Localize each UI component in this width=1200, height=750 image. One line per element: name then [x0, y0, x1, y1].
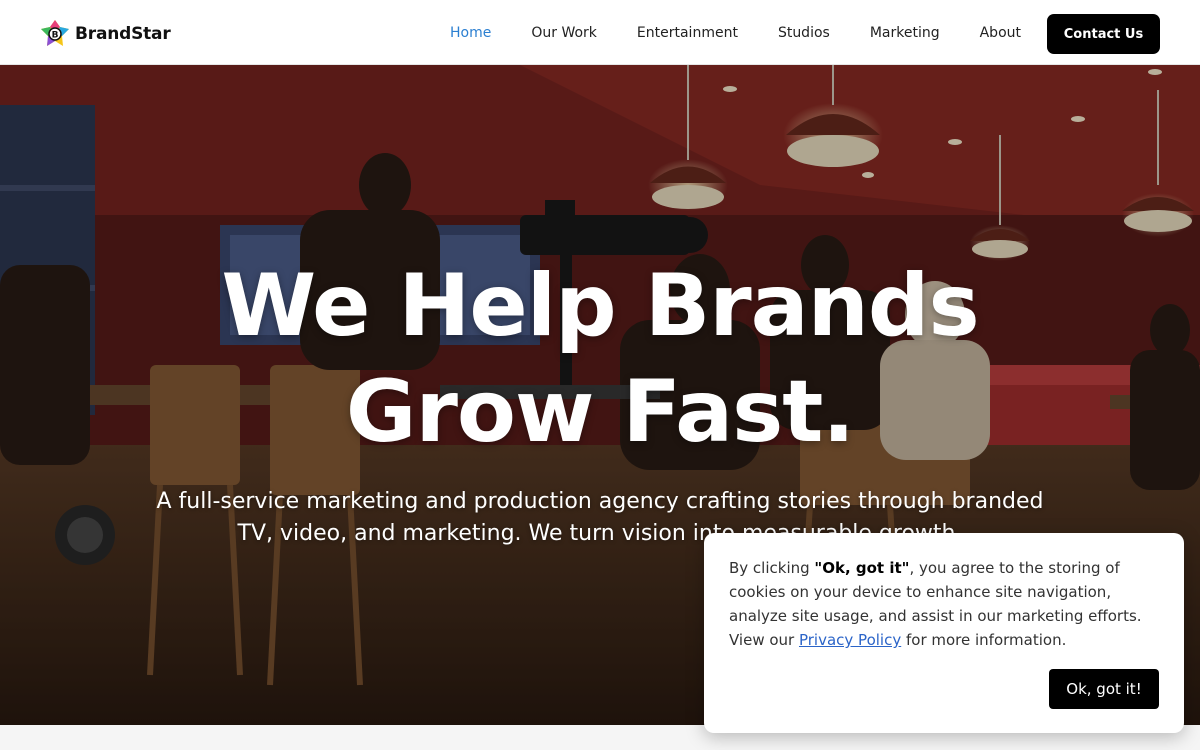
nav-item-studios[interactable]: Studios: [758, 25, 850, 41]
contact-us-button[interactable]: Contact Us: [1047, 14, 1160, 54]
main-nav: Home Our Work Entertainment Studios Mark…: [430, 0, 1041, 65]
accept-cookies-button[interactable]: Ok, got it!: [1049, 669, 1159, 709]
brandstar-logo-icon: B: [41, 20, 69, 46]
nav-item-entertainment[interactable]: Entertainment: [617, 25, 758, 41]
nav-item-about[interactable]: About: [960, 25, 1041, 41]
cookie-text-end: for more information.: [901, 631, 1067, 649]
hero-title-line-1: We Help Brands: [221, 256, 979, 356]
hero-subtitle-line-1: A full-service marketing and production …: [156, 489, 1044, 514]
cookie-text-highlight: "Ok, got it": [814, 559, 910, 577]
cookie-consent-banner: By clicking "Ok, got it", you agree to t…: [704, 533, 1184, 733]
site-header: B BrandStar Home Our Work Entertainment …: [0, 0, 1200, 65]
hero-title-line-2: Grow Fast.: [345, 362, 855, 462]
brand-logo[interactable]: B BrandStar: [40, 19, 171, 49]
cookie-text-before: By clicking: [729, 559, 815, 577]
cookie-consent-text: By clicking "Ok, got it", you agree to t…: [729, 556, 1169, 652]
nav-item-home[interactable]: Home: [430, 25, 511, 41]
privacy-policy-link[interactable]: Privacy Policy: [799, 631, 901, 649]
nav-item-our-work[interactable]: Our Work: [511, 25, 617, 41]
logo-letter: B: [52, 31, 59, 41]
hero-title: We Help Brands Grow Fast.: [0, 253, 1200, 465]
brand-name: BrandStar: [75, 24, 171, 44]
nav-item-marketing[interactable]: Marketing: [850, 25, 960, 41]
